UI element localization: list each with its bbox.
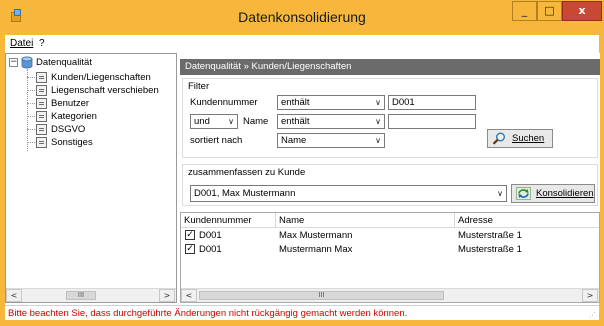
status-warning-text: Bitte beachten Sie, dass durchgeführte Ä… [8,308,408,319]
document-icon [36,72,47,83]
scroll-right-button[interactable]: > [159,289,175,302]
name-input[interactable] [388,114,476,129]
filter-group-title: Filter [188,81,210,92]
row-checkbox[interactable]: ✓ [185,230,195,240]
table-horizontal-scrollbar[interactable]: < III > [181,288,599,302]
tree-connector [27,116,35,117]
document-icon [36,98,47,109]
merge-group: zusammenfassen zu Kunde D001, Max Muster… [182,164,598,206]
minimize-button[interactable]: _ [512,1,537,21]
consolidate-button[interactable]: Konsolidieren [511,184,595,203]
document-icon [36,111,47,122]
customer-number-operator-select[interactable]: enthält ∨ [277,95,385,110]
resize-grip-icon[interactable]: ⋰ [589,311,597,319]
customer-number-label: Kundennummer [190,97,258,108]
client-area: Datei ? − Datenqualität Kunden/Liegensch… [5,35,600,320]
column-divider[interactable] [454,213,455,228]
chevron-down-icon: ∨ [228,117,234,126]
chevron-down-icon: ∨ [497,189,503,198]
tree-connector [27,129,35,130]
tree-item-dsgvo[interactable]: DSGVO [51,124,85,135]
filter-group: Filter Kundennummer enthält ∨ D001 und ∨… [182,78,598,158]
tree-connector [27,103,35,104]
select-value: enthält [281,116,310,127]
collapse-icon[interactable]: − [9,58,18,67]
menu-bar: Datei ? [5,35,599,52]
close-button[interactable]: x [562,1,602,21]
document-icon [36,124,47,135]
cell-name: Mustermann Max [279,244,353,255]
conjunction-select[interactable]: und ∨ [190,114,238,129]
search-button[interactable]: Suchen [487,129,553,148]
tree-item-benutzer[interactable]: Benutzer [51,98,89,109]
scroll-left-button[interactable]: < [6,289,22,302]
select-value: D001, Max Mustermann [194,188,296,199]
row-checkbox[interactable]: ✓ [185,244,195,254]
tree-connector [27,142,35,143]
scroll-left-button[interactable]: < [181,289,197,302]
column-header-adresse[interactable]: Adresse [458,215,493,226]
scroll-right-button[interactable]: > [582,289,598,302]
sort-by-label: sortiert nach [190,135,243,146]
chevron-down-icon: ∨ [375,98,381,107]
table-header: Kundennummer Name Adresse [181,213,599,228]
column-header-kundennummer[interactable]: Kundennummer [184,215,252,226]
content-panel: Datenqualität » Kunden/Liegenschaften Fi… [180,53,600,303]
column-divider[interactable] [275,213,276,228]
consolidate-button-label: Konsolidieren [536,188,594,199]
sort-by-select[interactable]: Name ∨ [277,133,385,148]
document-icon [36,85,47,96]
cell-number: D001 [199,244,222,255]
tree-horizontal-scrollbar[interactable]: < III > [6,288,176,302]
tree-item-liegenschaft-verschieben[interactable]: Liegenschaft verschieben [51,85,159,96]
status-bar: Bitte beachten Sie, dass durchgeführte Ä… [5,305,599,320]
cell-name: Max Mustermann [279,230,353,241]
tree-connector [27,69,28,151]
customer-table: Kundennummer Name Adresse ✓ D001 Max Mus… [180,212,600,303]
database-icon [21,56,33,69]
merge-target-select[interactable]: D001, Max Mustermann ∨ [190,185,507,202]
select-value: und [194,116,210,127]
chevron-down-icon: ∨ [375,117,381,126]
merge-group-title: zusammenfassen zu Kunde [188,167,306,178]
app-window: Datenkonsolidierung _ □ x Datei ? − Date… [0,0,604,326]
customer-number-input[interactable]: D001 [388,95,476,110]
select-value: enthält [281,97,310,108]
document-icon [36,137,47,148]
refresh-icon [516,187,531,200]
search-button-label: Suchen [512,133,545,144]
tree-item-kategorien[interactable]: Kategorien [51,111,97,122]
select-value: Name [281,135,307,146]
cell-address: Musterstraße 1 [458,230,522,241]
magnifier-icon [492,132,505,145]
maximize-button[interactable]: □ [537,1,562,21]
cell-number: D001 [199,230,222,241]
table-row[interactable]: ✓ D001 Max Mustermann Musterstraße 1 [181,229,599,242]
menu-item-datei[interactable]: Datei [10,38,33,49]
title-bar[interactable]: Datenkonsolidierung _ □ x [0,0,604,35]
name-operator-select[interactable]: enthält ∨ [277,114,385,129]
tree-connector [27,77,35,78]
scroll-thumb[interactable]: III [66,291,96,300]
name-label: Name [243,116,269,127]
breadcrumb: Datenqualität » Kunden/Liegenschaften [180,59,600,75]
scroll-thumb[interactable]: III [199,291,444,300]
tree-item-kunden-liegenschaften[interactable]: Kunden/Liegenschaften [51,72,151,83]
table-row[interactable]: ✓ D001 Mustermann Max Musterstraße 1 [181,243,599,256]
chevron-down-icon: ∨ [375,136,381,145]
tree-item-sonstiges[interactable]: Sonstiges [51,137,93,148]
tree-root-label[interactable]: Datenqualität [36,57,92,68]
column-header-name[interactable]: Name [279,215,304,226]
navigation-tree[interactable]: − Datenqualität Kunden/Liegenschaften Li… [5,53,177,303]
cell-address: Musterstraße 1 [458,244,522,255]
menu-item-help[interactable]: ? [39,38,45,49]
tree-connector [27,90,35,91]
